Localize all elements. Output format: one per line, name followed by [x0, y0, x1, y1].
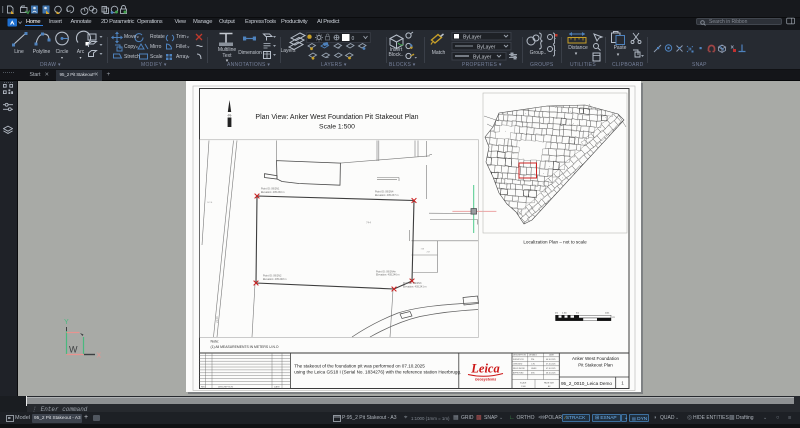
svg-text:Leica: Leica — [470, 362, 499, 376]
svg-text:The stakeout of the foundation: The stakeout of the foundation pit was p… — [294, 363, 425, 368]
svg-text:Scale 1:500: Scale 1:500 — [319, 124, 355, 131]
svg-text:P.M.: P.M. — [531, 359, 535, 361]
svg-text:1:500: 1:500 — [521, 386, 526, 388]
svg-text:m: m — [613, 316, 615, 319]
svg-text:CHECKED: CHECKED — [513, 364, 523, 366]
svg-text:Elevation: 405.241 m: Elevation: 405.241 m — [403, 285, 427, 288]
svg-text:N/CA: N/CA — [207, 201, 213, 204]
svg-text:GNSS: GNSS — [531, 368, 537, 370]
svg-text:ByLayer: ByLayer — [473, 54, 492, 60]
svg-text:08.10.2025: 08.10.2025 — [546, 373, 555, 375]
svg-text:Elevation: 405.237 m: Elevation: 405.237 m — [375, 194, 399, 197]
svg-text:A3: A3 — [548, 385, 550, 388]
svg-text:M.B.: M.B. — [531, 373, 535, 375]
svg-text:DETAILS: DETAILS — [529, 354, 537, 357]
svg-text:Geosystems: Geosystems — [475, 377, 496, 381]
svg-text:DESCRIPTION: DESCRIPTION — [513, 355, 527, 357]
svg-text:C.W.: C.W. — [531, 364, 536, 366]
svg-text:ByLayer: ByLayer — [463, 34, 482, 40]
svg-text:Note:: Note: — [211, 340, 220, 344]
svg-text:DATE: DATE — [549, 354, 555, 357]
svg-text:5m: 5m — [576, 313, 579, 315]
svg-text:PAGE SIZE: PAGE SIZE — [544, 381, 555, 384]
svg-text:2.5m: 2.5m — [562, 313, 567, 315]
svg-text:10m: 10m — [605, 313, 609, 315]
svg-text:REV: REV — [201, 387, 206, 389]
svg-text:0m: 0m — [555, 313, 558, 315]
svg-text:Elevation: 405.246 m: Elevation: 405.246 m — [376, 274, 400, 277]
svg-text:748: 748 — [421, 249, 425, 251]
svg-text:2140: 2140 — [215, 316, 219, 323]
svg-text:06.10.2025: 06.10.2025 — [546, 359, 555, 361]
svg-text:Pit Stakeout Plan: Pit Stakeout Plan — [578, 363, 613, 368]
svg-text:07.10.2025: 07.10.2025 — [546, 368, 555, 370]
svg-text:Localization Plan – not to sca: Localization Plan – not to scale — [523, 240, 587, 245]
svg-text:using the Leica GS18 I (Serial: using the Leica GS18 I (Serial No. 18342… — [294, 369, 461, 374]
svg-text:95_2_0010_Leica Demo: 95_2_0010_Leica Demo — [561, 381, 612, 386]
svg-text:0: 0 — [352, 36, 355, 42]
svg-text:(1) All MEASUREMENTS IN METERS: (1) All MEASUREMENTS IN METERS U.N.O — [211, 345, 279, 349]
svg-text:1: 1 — [621, 381, 624, 386]
svg-text:W: W — [69, 345, 78, 355]
svg-text:744: 744 — [366, 221, 371, 225]
svg-text:267: 267 — [427, 252, 431, 254]
svg-text:X: X — [97, 353, 102, 359]
svg-text:Anker West Foundation: Anker West Foundation — [572, 356, 619, 361]
svg-text:DATE: DATE — [274, 386, 280, 389]
svg-text:Elevation: 405.230 m: Elevation: 405.230 m — [261, 191, 285, 194]
svg-text:-N-: -N- — [227, 113, 231, 117]
svg-text:DESCRIPTION: DESCRIPTION — [218, 387, 233, 389]
svg-text:SCALE: SCALE — [520, 381, 527, 384]
svg-text:07.10.2025: 07.10.2025 — [546, 364, 555, 366]
svg-text:Plan View: Anker West Foundati: Plan View: Anker West Foundation Pit Sta… — [255, 114, 418, 121]
svg-text:Y: Y — [64, 319, 69, 326]
svg-text:FIELD WORK: FIELD WORK — [513, 368, 526, 370]
svg-text:APPROVED: APPROVED — [513, 372, 524, 375]
svg-text:Elevation: 405.248 m: Elevation: 405.248 m — [263, 278, 287, 281]
svg-text:SURVEYOR: SURVEYOR — [513, 359, 524, 361]
svg-text:ByLayer: ByLayer — [477, 44, 496, 50]
